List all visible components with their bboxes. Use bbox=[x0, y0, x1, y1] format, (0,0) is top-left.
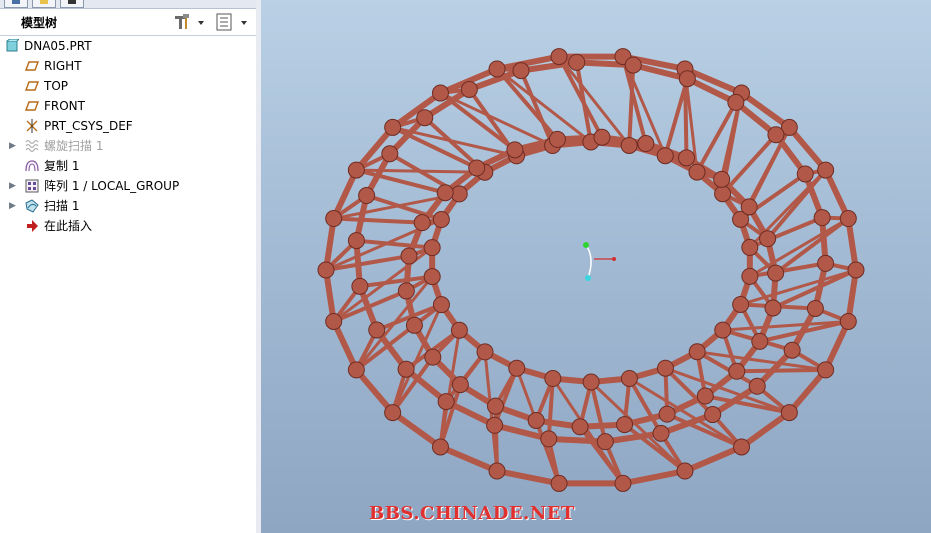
tree-item-helical-sweep[interactable]: ▶ 螺旋扫描 1 bbox=[0, 136, 255, 156]
tab-favorites[interactable] bbox=[60, 0, 84, 8]
navigator-tab-strip bbox=[0, 0, 256, 9]
tree-item-label: 扫描 1 bbox=[44, 199, 80, 213]
model-tree-tab-icon bbox=[12, 0, 20, 4]
helical-sweep-icon bbox=[25, 139, 39, 153]
model-tree-panel: 模型树 DNA05.PRT RIGHT TOP FRONT PRT_CSYS_D… bbox=[0, 0, 257, 533]
datum-plane-icon bbox=[25, 61, 39, 71]
tree-item-csys[interactable]: PRT_CSYS_DEF bbox=[0, 116, 255, 136]
favorites-icon bbox=[68, 0, 76, 4]
dropdown-arrow-icon bbox=[241, 21, 247, 25]
tools-icon bbox=[175, 14, 189, 29]
model-tree-header: 模型树 bbox=[0, 9, 256, 36]
tree-item-part[interactable]: DNA05.PRT bbox=[0, 36, 255, 56]
tree-item-label: 阵列 1 / LOCAL_GROUP bbox=[44, 179, 180, 193]
list-options-icon bbox=[216, 13, 232, 31]
tree-item-top[interactable]: TOP bbox=[0, 76, 255, 96]
part-icon bbox=[6, 39, 19, 52]
graphics-viewport[interactable]: BBS.CHINADE.NET bbox=[261, 0, 931, 533]
tree-item-label: 在此插入 bbox=[44, 219, 93, 233]
datum-plane-icon bbox=[25, 101, 39, 111]
expand-arrow-icon[interactable]: ▶ bbox=[9, 176, 16, 196]
datum-plane-icon bbox=[25, 81, 39, 91]
tree-item-label: 复制 1 bbox=[44, 159, 80, 173]
tree-item-front[interactable]: FRONT bbox=[0, 96, 255, 116]
insert-here-arrow-icon bbox=[27, 220, 38, 232]
tree-item-pattern[interactable]: ▶ 阵列 1 / LOCAL_GROUP bbox=[0, 176, 255, 196]
model-tree-title: 模型树 bbox=[21, 16, 58, 30]
tree-item-sweep[interactable]: ▶ 扫描 1 bbox=[0, 196, 255, 216]
folder-icon bbox=[40, 0, 48, 4]
watermark-text: BBS.CHINADE.NET bbox=[369, 503, 575, 524]
dropdown-arrow-icon bbox=[198, 21, 204, 25]
tab-model-tree[interactable] bbox=[4, 0, 28, 8]
tree-item-right[interactable]: RIGHT bbox=[0, 56, 255, 76]
pattern-icon bbox=[25, 179, 39, 193]
tree-item-insert-here[interactable]: 在此插入 bbox=[0, 216, 255, 236]
show-options-button[interactable] bbox=[214, 12, 252, 32]
tree-item-copy[interactable]: 复制 1 bbox=[0, 156, 255, 176]
tree-item-label: PRT_CSYS_DEF bbox=[44, 119, 133, 133]
tree-item-label: FRONT bbox=[44, 99, 85, 113]
csys-triad-icon bbox=[583, 242, 616, 281]
expand-arrow-icon[interactable]: ▶ bbox=[9, 136, 16, 156]
tab-folder-browser[interactable] bbox=[32, 0, 56, 8]
settings-tools-button[interactable] bbox=[172, 12, 208, 32]
tree-item-label: TOP bbox=[44, 79, 69, 93]
expand-arrow-icon[interactable]: ▶ bbox=[9, 196, 16, 216]
copy-icon bbox=[25, 160, 39, 172]
tree-item-label: RIGHT bbox=[44, 59, 82, 73]
csys-icon bbox=[26, 119, 38, 133]
sweep-icon bbox=[25, 199, 39, 213]
tree-item-label: 螺旋扫描 1 bbox=[44, 139, 104, 153]
tree-item-label: DNA05.PRT bbox=[24, 39, 92, 53]
